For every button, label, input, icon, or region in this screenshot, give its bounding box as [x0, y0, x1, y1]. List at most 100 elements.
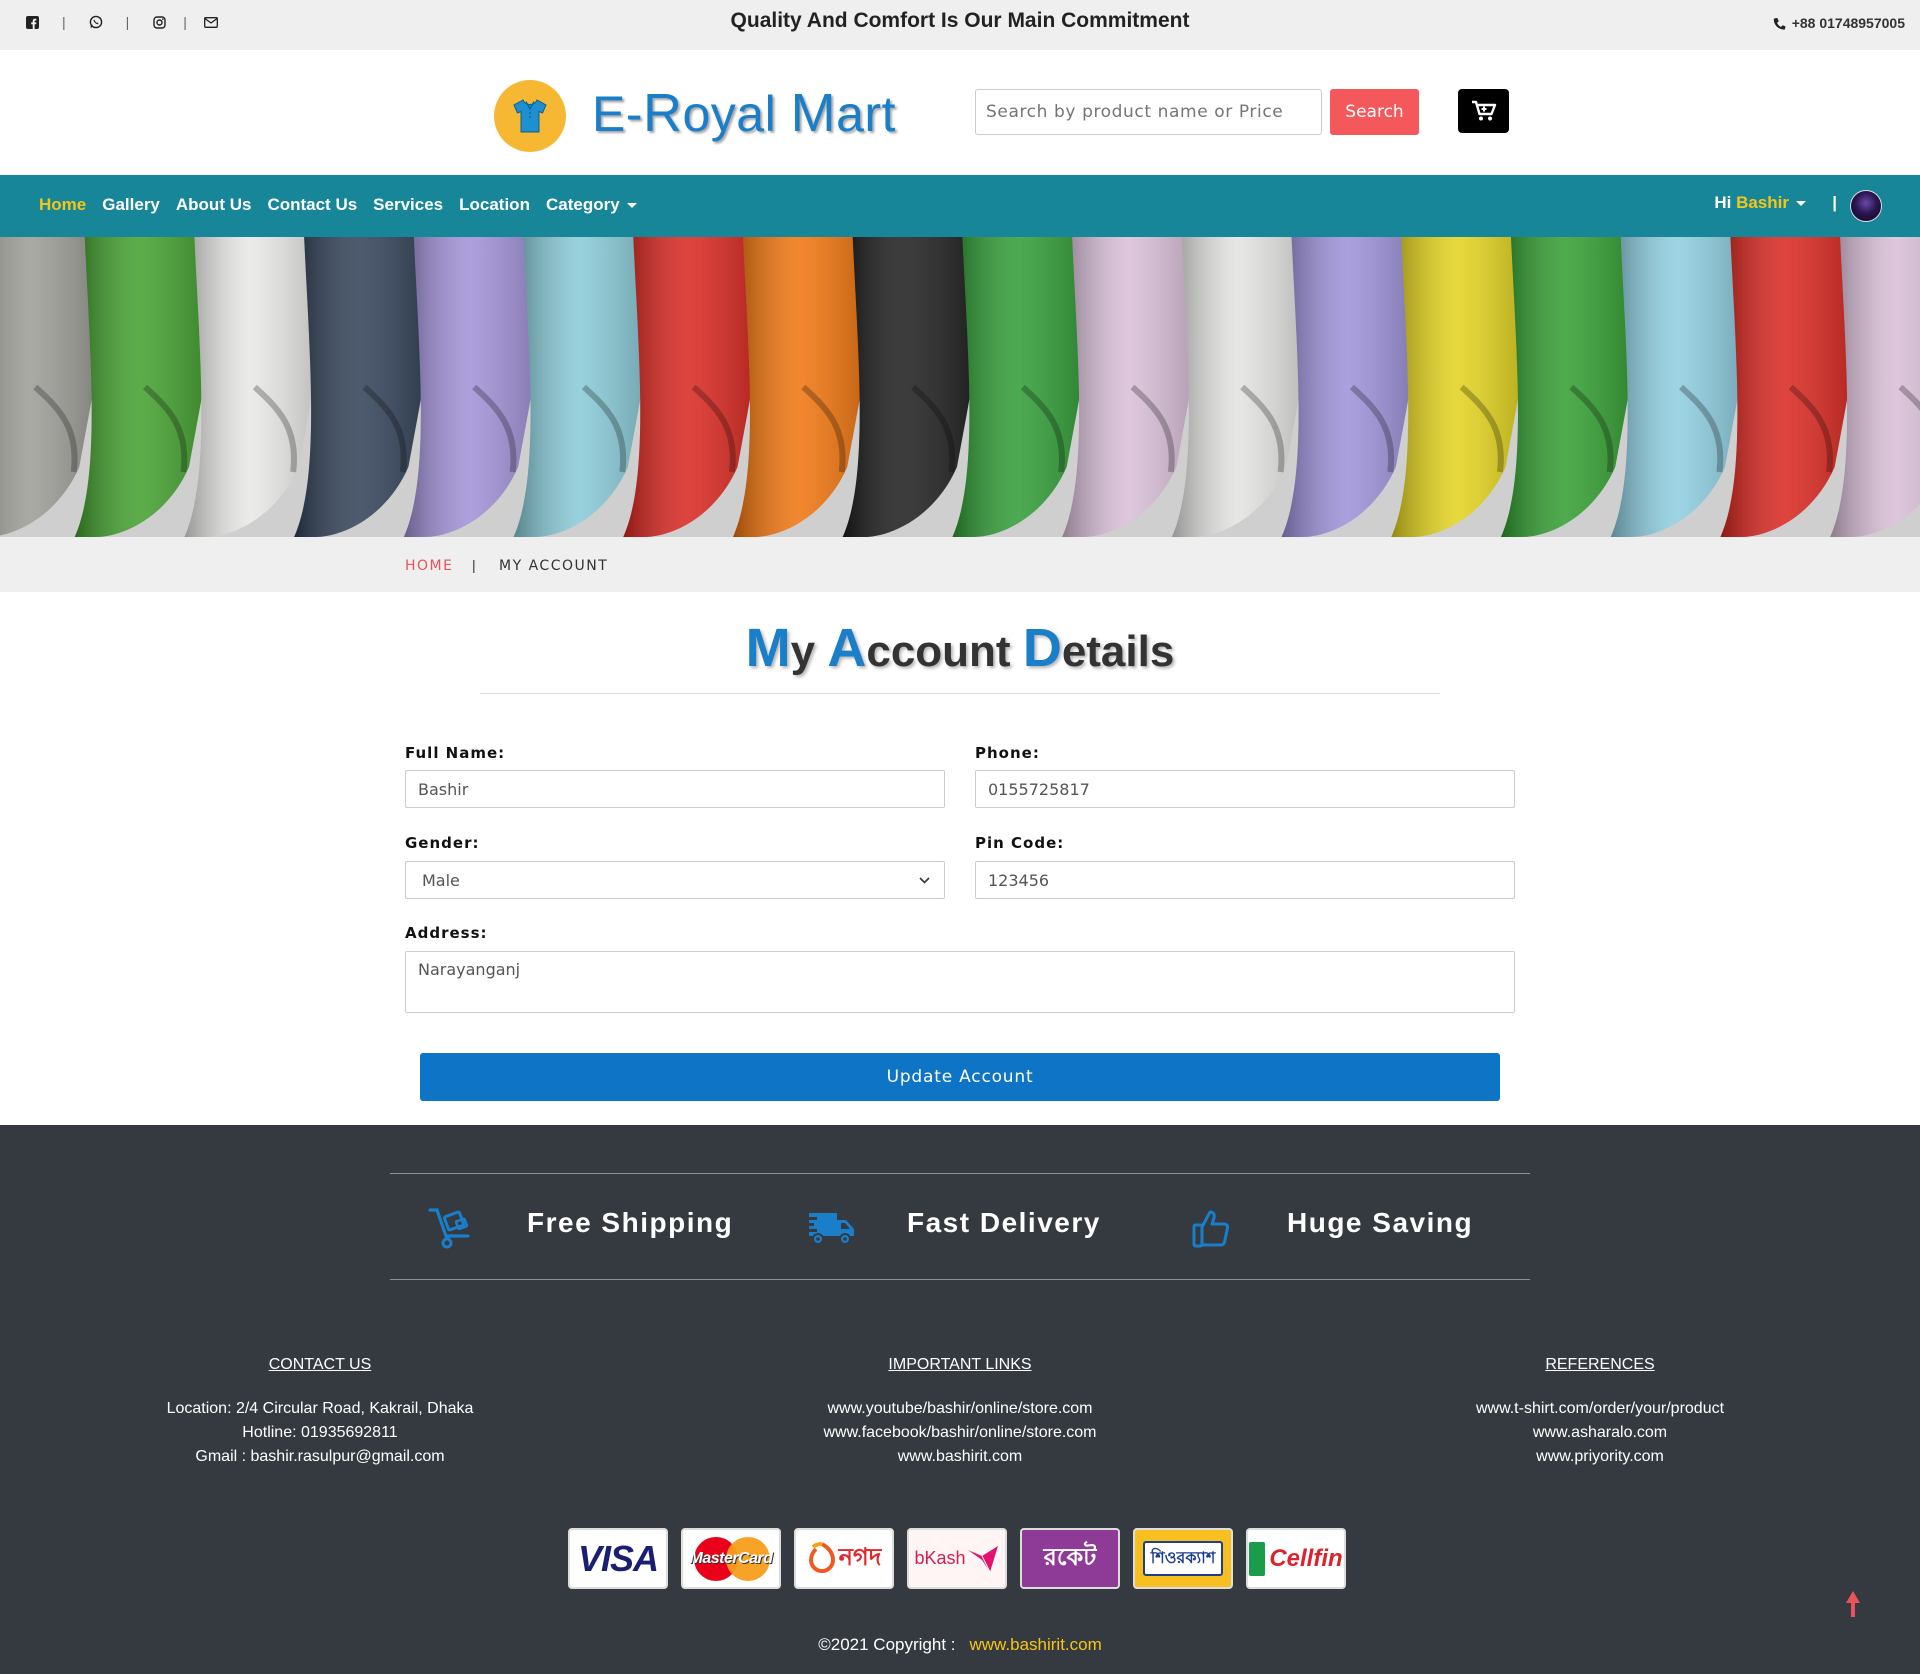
gender-label: Gender:	[405, 834, 480, 852]
contact-location: Location: 2/4 Circular Road, Kakrail, Dh…	[166, 1400, 474, 1417]
title-divider	[480, 693, 1440, 694]
brand-part: art	[836, 86, 896, 142]
chevron-down-icon	[626, 203, 637, 209]
greeting: Hi	[1714, 193, 1732, 212]
rocket-logo: রকেট	[1020, 1528, 1120, 1589]
cart-icon	[1471, 100, 1496, 121]
features-bottom-divider	[390, 1279, 1530, 1280]
gender-selected-value: Male	[422, 870, 460, 890]
cart-button[interactable]	[1458, 89, 1509, 133]
full-name-label: Full Name:	[405, 744, 506, 762]
site-footer: Free Shipping Fast Delivery Huge Saving …	[0, 1125, 1920, 1674]
contact-gmail: Gmail : bashir.rasulpur@gmail.com	[195, 1448, 445, 1465]
feature-label: Huge Saving	[1287, 1207, 1474, 1238]
page-title: My Account Details	[0, 617, 1920, 679]
nav-item-about-us[interactable]: About Us	[176, 195, 252, 215]
breadcrumb: HOME | MY ACCOUNT	[0, 537, 1920, 592]
hero-banner-image	[0, 237, 1920, 537]
nagad-logo: নগদ	[794, 1528, 894, 1589]
reference-link[interactable]: www.t-shirt.com/order/your/product	[1400, 1397, 1800, 1421]
nagad-text: নগদ	[838, 1543, 882, 1571]
phone-number: +88 01748957005	[1791, 15, 1905, 31]
hanging-shirts-illustration	[0, 237, 1920, 537]
pin-code-label: Pin Code:	[975, 834, 1065, 852]
chevron-down-icon	[1796, 201, 1806, 207]
main-nav: Home Gallery About Us Contact Us Service…	[0, 175, 1920, 237]
copyright-link[interactable]: www.bashirit.com	[970, 1635, 1102, 1654]
shirt-logo-icon[interactable]	[494, 80, 566, 152]
reference-link[interactable]: www.asharalo.com	[1400, 1421, 1800, 1445]
reference-link[interactable]: www.priyority.com	[1400, 1445, 1800, 1469]
phone-label: Phone:	[975, 744, 1040, 762]
nav-item-services[interactable]: Services	[373, 195, 443, 215]
footer-contact-column: CONTACT US Location: 2/4 Circular Road, …	[120, 1353, 520, 1469]
title-part: etails	[1061, 627, 1175, 676]
feature-fast-delivery: Fast Delivery	[802, 1198, 1101, 1258]
search-button[interactable]: Search	[1330, 89, 1419, 135]
references-heading: REFERENCES	[1545, 1356, 1655, 1373]
scroll-to-top-icon[interactable]	[1842, 1590, 1864, 1618]
nav-item-category[interactable]: Category	[546, 195, 637, 215]
nav-item-home[interactable]: Home	[39, 195, 86, 215]
mastercard-logo: MasterCard	[681, 1528, 781, 1589]
title-part: M	[745, 618, 791, 678]
search-input[interactable]	[975, 89, 1322, 135]
breadcrumb-current: MY ACCOUNT	[499, 558, 609, 574]
feature-label: Free Shipping	[527, 1207, 734, 1238]
title-part: ccount	[866, 627, 1023, 676]
surecash-logo: শিওরক্যাশ	[1133, 1528, 1233, 1589]
gender-select[interactable]: Male	[405, 861, 945, 899]
user-name: Bashir	[1736, 193, 1789, 212]
tagline: Quality And Comfort Is Our Main Commitme…	[730, 9, 1190, 32]
links-heading: IMPORTANT LINKS	[888, 1356, 1032, 1373]
nav-divider: |	[1832, 193, 1837, 212]
brand-name[interactable]: E-Royal Mart	[592, 82, 896, 144]
address-label: Address:	[405, 924, 488, 942]
copyright: ©2021 Copyright : www.bashirit.com	[0, 1635, 1920, 1655]
visa-text: VISA	[577, 1537, 659, 1579]
top-bar: | | | Quality And Comfort Is Our Main Co…	[0, 0, 1920, 50]
user-menu-toggle[interactable]: Hi Bashir	[1714, 193, 1806, 213]
update-account-button[interactable]: Update Account	[420, 1053, 1500, 1101]
brand-part: oyal	[682, 86, 791, 142]
avatar[interactable]	[1850, 190, 1882, 222]
mastercard-text: MasterCard	[689, 1549, 773, 1567]
brand-part: E-	[592, 86, 643, 142]
full-name-field[interactable]: Bashir	[405, 770, 945, 808]
address-textarea[interactable]: Narayanganj	[405, 951, 1515, 1013]
copyright-text: ©2021 Copyright :	[818, 1635, 956, 1654]
footer-references-column: REFERENCES www.t-shirt.com/order/your/pr…	[1400, 1353, 1800, 1469]
breadcrumb-home-link[interactable]: HOME	[405, 558, 453, 574]
title-part: A	[827, 618, 867, 678]
payment-methods: VISA MasterCard নগদ bKash রকেট শিওরক্যাশ…	[568, 1528, 1346, 1589]
nav-item-category-label: Category	[545, 195, 620, 214]
nav-item-gallery[interactable]: Gallery	[102, 195, 160, 215]
feature-free-shipping: Free Shipping	[422, 1198, 733, 1258]
features-top-divider	[390, 1173, 1530, 1174]
website-link[interactable]: www.bashirit.com	[760, 1445, 1160, 1469]
facebook-link[interactable]: www.facebook/bashir/online/store.com	[760, 1421, 1160, 1445]
footer-links-column: IMPORTANT LINKS www.youtube/bashir/onlin…	[760, 1353, 1160, 1469]
title-part: D	[1022, 618, 1062, 678]
brand-part: R	[643, 83, 683, 143]
contact-hotline: Hotline: 01935692811	[242, 1424, 398, 1441]
nav-item-location[interactable]: Location	[459, 195, 530, 215]
surecash-text: শিওরক্যাশ	[1142, 1541, 1224, 1576]
title-part: y	[790, 627, 828, 676]
rocket-text: রকেট	[1043, 1543, 1097, 1571]
visa-logo: VISA	[568, 1528, 668, 1589]
brand-part: M	[790, 83, 837, 143]
cellfin-logo: Cellfin	[1246, 1528, 1346, 1589]
bkash-text: bKash	[914, 1548, 966, 1568]
chevron-down-icon	[919, 876, 930, 884]
cart-dolly-icon	[422, 1198, 482, 1258]
thumbs-up-icon	[1182, 1198, 1242, 1258]
pin-code-field[interactable]: 123456	[975, 861, 1515, 899]
cellfin-text: Cellfin	[1269, 1544, 1343, 1572]
phone-icon	[1773, 17, 1786, 30]
phone-contact: +88 01748957005	[1773, 15, 1905, 31]
youtube-link[interactable]: www.youtube/bashir/online/store.com	[760, 1397, 1160, 1421]
feature-label: Fast Delivery	[907, 1207, 1101, 1238]
nav-item-contact-us[interactable]: Contact Us	[267, 195, 357, 215]
phone-field[interactable]: 0155725817	[975, 770, 1515, 808]
